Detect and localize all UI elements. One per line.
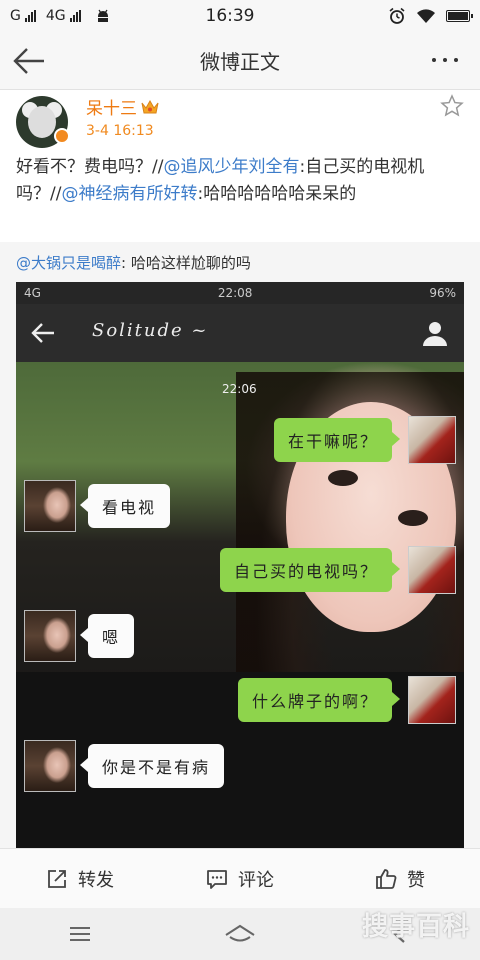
mention-link[interactable]: @追风少年刘全有 [163, 157, 299, 177]
weibo-post: 呆十三 3-4 16:13 好看不？费电吗？//@追风少年刘全有:自己买的电视机… [0, 90, 480, 242]
screenshot-battery: 96% [429, 286, 456, 300]
comment-button[interactable]: 评论 [160, 849, 320, 908]
like-label: 赞 [407, 869, 425, 891]
chat-bubble-received: 看电视 [79, 484, 171, 528]
share-icon [48, 869, 66, 888]
post-time: 3-4 16:13 [86, 123, 154, 139]
comment-icon [207, 869, 227, 889]
content-text: 好看不？费电吗？// [16, 157, 164, 177]
chat-bubble-received: 嗯 [79, 614, 135, 658]
back-arrow-icon[interactable] [12, 46, 46, 76]
screenshot-back-icon [31, 323, 54, 343]
alarm-icon [389, 7, 405, 24]
status-bar-right [290, 7, 473, 25]
status-bar-left: G 4G [10, 8, 190, 24]
crown-icon [141, 99, 159, 113]
mention-link[interactable]: @神经病有所好转 [61, 184, 197, 204]
chat-bubble-sent: 自己买的电视吗？ [219, 548, 401, 592]
android-icon [97, 9, 108, 22]
page-title: 微博正文 [200, 50, 280, 74]
repost-label: 转发 [78, 869, 114, 891]
screenshot-user-icon [423, 322, 447, 346]
comment-label: 评论 [238, 869, 274, 891]
nav-bar: 微博正文 [0, 32, 480, 90]
sender-avatar [408, 676, 456, 724]
carrier-label: G [10, 8, 21, 24]
receiver-avatar [24, 480, 76, 532]
verified-badge-icon [54, 128, 70, 144]
screenshot-time: 22:08 [217, 286, 253, 300]
status-bar: G 4G 16:39 [0, 0, 480, 32]
menu-icon [70, 927, 90, 941]
battery-icon [446, 10, 473, 22]
home-key[interactable] [160, 924, 320, 944]
screenshot-network: 4G [24, 286, 41, 300]
sender-avatar [408, 416, 456, 464]
sender-avatar [408, 546, 456, 594]
repost-button[interactable]: 转发 [0, 849, 160, 908]
post-username[interactable]: 呆十三 [86, 94, 159, 119]
repost-mention-link[interactable]: @大锅只是喝醉 [16, 254, 121, 272]
reposted-content[interactable]: @大锅只是喝醉: 哈哈这样尬聊的吗 4G 22:08 96% Solitude … [0, 242, 480, 848]
menu-key[interactable] [0, 925, 160, 943]
chat-bubble-sent: 什么牌子的啊？ [237, 678, 401, 722]
like-button[interactable]: 赞 [320, 849, 480, 908]
thumbs-up-icon [376, 868, 397, 889]
action-bar: 转发 评论 赞 [0, 848, 480, 908]
signal-icon-2 [69, 10, 81, 22]
chat-bubble-sent: 在干嘛呢？ [273, 418, 401, 462]
screenshot-chat-header: Solitude ~ [16, 304, 464, 362]
network-label: 4G [45, 8, 66, 24]
favorite-star-icon[interactable] [440, 94, 464, 118]
repost-body: : 哈哈这样尬聊的吗 [121, 254, 251, 272]
post-content: 好看不？费电吗？//@追风少年刘全有:自己买的电视机吗？//@神经病有所好转:哈… [16, 154, 468, 208]
screenshot-chat-name: Solitude ~ [92, 320, 209, 341]
more-options-icon[interactable] [432, 50, 466, 70]
home-icon [225, 924, 255, 942]
post-image[interactable]: 4G 22:08 96% Solitude ~ 22:06 在干嘛呢？ 看电视 … [16, 282, 464, 848]
content-text: :哈哈哈哈哈哈呆呆的 [197, 184, 357, 204]
image-eye [328, 470, 358, 486]
watermark-logo: 搜事百科 [361, 912, 470, 942]
chat-bubble-received: 你是不是有病 [79, 744, 225, 788]
username-label: 呆十三 [86, 99, 137, 119]
screenshot-status-bar: 4G 22:08 96% [16, 282, 464, 304]
screenshot-chat-time: 22:06 [222, 382, 257, 396]
wifi-icon [417, 9, 435, 23]
status-time: 16:39 [205, 6, 255, 26]
receiver-avatar [24, 740, 76, 792]
image-eye [398, 510, 428, 526]
signal-icon [24, 10, 36, 22]
receiver-avatar [24, 610, 76, 662]
repost-text: @大锅只是喝醉: 哈哈这样尬聊的吗 [16, 252, 251, 273]
